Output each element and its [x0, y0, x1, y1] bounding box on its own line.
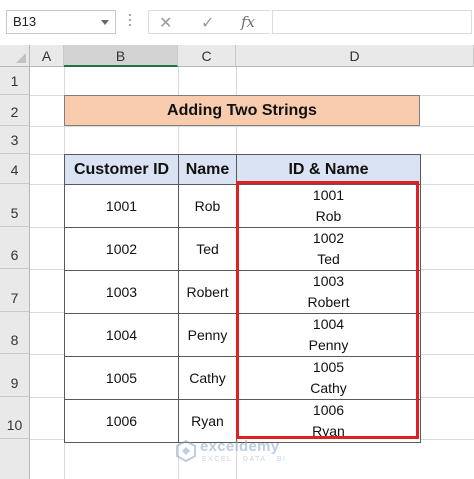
- table-row: 1003 Robert 1003 Robert: [64, 270, 421, 314]
- name-cell[interactable]: Ryan: [178, 399, 237, 443]
- table-row: 1005 Cathy 1005 Cathy: [64, 356, 421, 400]
- name-box[interactable]: B13: [6, 10, 116, 34]
- watermark-tagline: EXCEL · DATA · BI: [202, 456, 287, 463]
- row-header-9[interactable]: 9: [0, 354, 30, 397]
- name-cell[interactable]: Ted: [178, 227, 237, 271]
- header-name[interactable]: Name: [178, 154, 237, 185]
- column-header-a[interactable]: A: [30, 45, 64, 67]
- customer-id-cell[interactable]: 1002: [64, 227, 179, 271]
- table-row: 1002 Ted 1002 Ted: [64, 227, 421, 271]
- column-header-c[interactable]: C: [178, 45, 236, 67]
- select-all-button[interactable]: [0, 45, 30, 67]
- id-name-cell[interactable]: 1006 Ryan: [236, 399, 421, 443]
- combined-name-text: Robert: [307, 294, 350, 310]
- column-header-d[interactable]: D: [236, 45, 474, 67]
- combined-id-text: 1006: [312, 402, 345, 418]
- chevron-down-icon[interactable]: [101, 20, 109, 25]
- enter-icon[interactable]: ✓: [201, 13, 214, 33]
- header-id-and-name[interactable]: ID & Name: [236, 154, 421, 185]
- exceldemy-logo-icon: [176, 440, 196, 462]
- formula-buttons: ✕ ✓ fx: [148, 10, 270, 34]
- sheet-title-cell[interactable]: Adding Two Strings: [64, 95, 420, 126]
- name-box-value: B13: [13, 14, 37, 29]
- combined-id-text: 1004: [312, 316, 345, 332]
- customer-id-cell[interactable]: 1004: [64, 313, 179, 357]
- header-customer-id[interactable]: Customer ID: [64, 154, 179, 185]
- column-header-b[interactable]: B: [64, 45, 178, 67]
- row-header-4[interactable]: 4: [0, 154, 30, 184]
- id-name-cell[interactable]: 1003 Robert: [236, 270, 421, 314]
- combined-id-text: 1001: [312, 187, 345, 203]
- formula-input[interactable]: [272, 10, 472, 34]
- spreadsheet-grid: A B C D 1 2 3 4 5 6 7 8 9 10 Adding Two …: [0, 45, 474, 479]
- table-row: 1004 Penny 1004 Penny: [64, 313, 421, 357]
- combined-id-text: 1003: [312, 273, 345, 289]
- data-table: Customer ID Name ID & Name 1001 Rob 1001…: [64, 154, 421, 443]
- table-row: 1006 Ryan 1006 Ryan: [64, 399, 421, 443]
- row-header-11[interactable]: [0, 439, 30, 479]
- name-cell[interactable]: Rob: [178, 184, 237, 228]
- name-cell[interactable]: Cathy: [178, 356, 237, 400]
- row-header-3[interactable]: 3: [0, 126, 30, 154]
- watermark-name: exceldemy: [200, 438, 280, 455]
- id-name-cell[interactable]: 1004 Penny: [236, 313, 421, 357]
- id-name-cell[interactable]: 1005 Cathy: [236, 356, 421, 400]
- row-header-5[interactable]: 5: [0, 184, 30, 227]
- customer-id-cell[interactable]: 1001: [64, 184, 179, 228]
- formula-bar: B13 ✕ ✓ fx: [0, 0, 474, 45]
- gridline: [30, 126, 474, 127]
- row-header-6[interactable]: 6: [0, 226, 30, 269]
- insert-function-icon[interactable]: fx: [241, 13, 255, 31]
- combined-id-text: 1005: [312, 359, 345, 375]
- name-cell[interactable]: Robert: [178, 270, 237, 314]
- combined-name-text: Cathy: [310, 380, 347, 396]
- drag-handle-icon[interactable]: [128, 14, 132, 30]
- id-name-cell[interactable]: 1001 Rob: [236, 184, 421, 228]
- customer-id-cell[interactable]: 1005: [64, 356, 179, 400]
- table-row: 1001 Rob 1001 Rob: [64, 184, 421, 228]
- row-header-10[interactable]: 10: [0, 396, 30, 439]
- combined-name-text: Rob: [315, 208, 342, 224]
- name-cell[interactable]: Penny: [178, 313, 237, 357]
- combined-name-text: Penny: [308, 337, 349, 353]
- table-header-row: Customer ID Name ID & Name: [64, 154, 421, 185]
- combined-id-text: 1002: [312, 230, 345, 246]
- row-header-1[interactable]: 1: [0, 67, 30, 95]
- row-header-2[interactable]: 2: [0, 95, 30, 126]
- watermark: exceldemy EXCEL · DATA · BI: [176, 438, 316, 470]
- row-header-7[interactable]: 7: [0, 269, 30, 312]
- combined-name-text: Ted: [317, 251, 340, 267]
- row-header-8[interactable]: 8: [0, 311, 30, 354]
- customer-id-cell[interactable]: 1003: [64, 270, 179, 314]
- customer-id-cell[interactable]: 1006: [64, 399, 179, 443]
- cancel-icon[interactable]: ✕: [159, 13, 172, 33]
- id-name-cell[interactable]: 1002 Ted: [236, 227, 421, 271]
